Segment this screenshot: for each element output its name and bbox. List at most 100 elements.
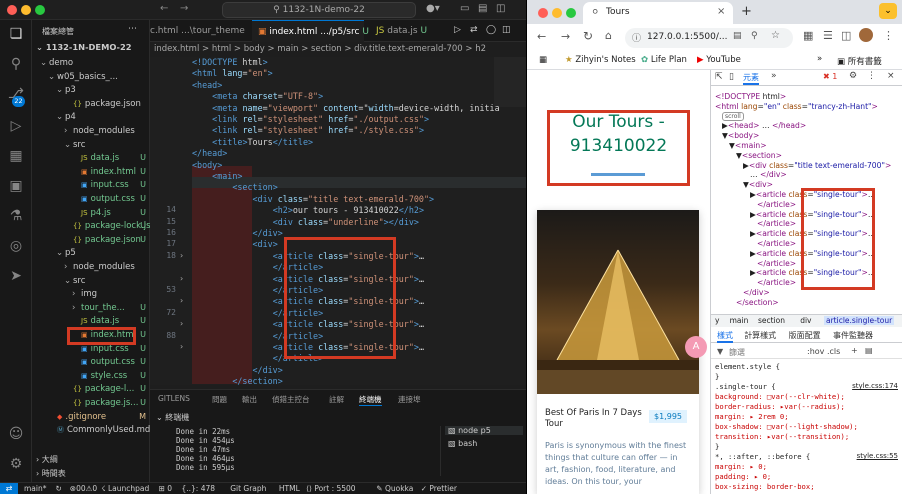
dom-breadcrumb-item[interactable]: main (730, 316, 749, 325)
back-arrow-icon[interactable]: ← (160, 3, 168, 14)
error-counter[interactable]: ✖ 1 (823, 72, 837, 81)
css-source-link[interactable]: style.css:55 (857, 452, 898, 460)
status-item[interactable]: HTML (279, 483, 300, 494)
status-item[interactable]: ⊗00⚠0 (70, 483, 97, 494)
profile-sync-icon[interactable]: ☰ (823, 29, 833, 42)
styles-tab-1[interactable]: 計算樣式 (744, 330, 776, 341)
panel-tab-1[interactable]: 問題 (212, 394, 227, 405)
tree-item[interactable]: Ⓜ CommonlyUsed.md (32, 423, 150, 437)
forward-arrow-icon[interactable]: → (180, 3, 188, 14)
settings-gear-icon[interactable]: ⚙ (849, 71, 857, 81)
bookmark-lifeplan[interactable]: ✿ Life Plan (641, 55, 687, 65)
dom-breadcrumb-item[interactable]: section (758, 316, 785, 325)
dom-breadcrumb-item[interactable]: div (800, 316, 811, 325)
terminal-session-node[interactable]: ▧ node p5 (445, 426, 523, 435)
dom-node[interactable]: </section> (736, 298, 779, 307)
more-actions-icon[interactable]: ⋯ (128, 24, 137, 34)
tree-item[interactable]: › tour_the... U (32, 301, 150, 315)
filter-tools[interactable]: :hov .cls (807, 347, 840, 356)
fold-chevron-icon[interactable]: › (180, 274, 183, 283)
dom-node[interactable]: </article> (757, 200, 796, 209)
dom-node[interactable]: ▼<body> (722, 131, 759, 140)
sidebar-right-icon[interactable]: ◫ (496, 3, 505, 14)
translate-icon[interactable]: ▤ (733, 31, 742, 41)
tree-item[interactable]: ▣ output.css U (32, 192, 150, 206)
new-tab-icon[interactable]: + (741, 4, 752, 19)
dom-node[interactable]: ▼<div> (743, 180, 773, 189)
panel-tab-5[interactable]: 終端機 (359, 394, 382, 406)
dom-node[interactable]: </article> (757, 278, 796, 287)
tab-elements[interactable]: 元素 (743, 72, 759, 85)
address-bar[interactable]: ⓘ 127.0.0.1:5500/... ▤ ⚲ ☆ (625, 28, 793, 48)
styles-filter-input[interactable]: 篩選 (729, 347, 745, 358)
tree-item[interactable]: {} package-l... U (32, 382, 150, 396)
minimize-window-button[interactable] (21, 5, 31, 15)
tree-item[interactable]: ⌄ demo (32, 56, 150, 70)
dom-node[interactable]: ▶<div class="title text-emerald-700"> (743, 161, 891, 170)
tree-item[interactable]: › img (32, 287, 150, 301)
tree-item[interactable]: ⌄ p5 (32, 246, 150, 260)
timeline-section[interactable]: › 時間表 (36, 468, 66, 479)
dom-breadcrumb-item[interactable]: y (715, 316, 719, 325)
bookmark-zihyin[interactable]: ★ Zihyin's Notes (565, 55, 636, 65)
account-icon[interactable]: ☺ (6, 424, 26, 444)
close-devtools-icon[interactable]: × (887, 71, 895, 81)
tree-item[interactable]: {} package-lock.js... U (32, 219, 159, 233)
browser-tab[interactable]: ⚪ Tours × (583, 2, 733, 24)
panel-tab-2[interactable]: 輸出 (242, 394, 257, 405)
tree-item[interactable]: JS p4.js U (32, 206, 150, 220)
dom-node[interactable]: <!DOCTYPE html> (715, 92, 786, 101)
extensions-icon[interactable]: ▦ (803, 29, 813, 42)
breadcrumb[interactable]: index.html > html > body > main > sectio… (150, 42, 526, 57)
tab-data-js[interactable]: JS data.js U (372, 20, 440, 42)
tree-item[interactable]: ⌄ w05_basics_... (32, 70, 150, 84)
device-toolbar-icon[interactable]: ▯ (729, 72, 734, 82)
terminal-session-bash[interactable]: ▧ bash (445, 439, 477, 448)
status-item[interactable]: ✓ Prettier (421, 483, 457, 494)
live-share-icon[interactable]: ➤ (6, 266, 26, 286)
tree-item[interactable]: ◆ .gitignore M (32, 410, 150, 424)
tree-item[interactable]: ▣ output.css U (32, 355, 150, 369)
fold-chevron-icon[interactable]: › (180, 251, 183, 260)
tree-item[interactable]: {} package.js... U (32, 396, 150, 410)
status-item[interactable]: {..}: 478 (182, 483, 216, 494)
menu-kebab-icon[interactable]: ⋮ (883, 29, 894, 42)
run-debug-icon[interactable]: ▷ (6, 116, 26, 136)
bookmark-star-icon[interactable]: ☆ (771, 30, 780, 41)
new-rule-icon[interactable]: + (851, 346, 858, 355)
tree-item[interactable]: ⌄ src (32, 274, 150, 288)
gitlens-icon[interactable]: ◎ (6, 236, 26, 256)
status-item[interactable]: main* (24, 483, 47, 494)
computed-toggle-icon[interactable]: ▤ (865, 346, 873, 355)
layout-icon[interactable]: ▭ (460, 3, 469, 14)
close-tab-icon[interactable]: × (717, 6, 725, 17)
manage-gear-icon[interactable]: ⚙ (6, 454, 26, 474)
sidepanel-icon[interactable]: ◫ (841, 29, 851, 42)
dom-breadcrumb-item[interactable]: article.single-tour (824, 316, 895, 325)
fold-chevron-icon[interactable]: › (180, 342, 183, 351)
panel-tab-6[interactable]: 連接埠 (398, 394, 421, 405)
explorer-icon[interactable]: ❏ (6, 24, 26, 44)
testing-icon[interactable]: ⚗ (6, 206, 26, 226)
tree-item[interactable]: {} package.json (32, 97, 150, 111)
tree-item[interactable]: ▣ style.css U (32, 369, 150, 383)
status-item[interactable]: Git Graph (230, 483, 266, 494)
tree-item[interactable]: ⌄ p3 (32, 83, 150, 97)
dom-node[interactable]: … </div> (750, 170, 787, 179)
back-icon[interactable]: ← (537, 30, 546, 43)
compare-icon[interactable]: ⇄ (470, 25, 478, 35)
tree-item[interactable]: {} package.json U (32, 233, 150, 247)
close-window-button[interactable] (7, 5, 17, 15)
home-icon[interactable]: ⌂ (605, 29, 612, 42)
panel-tab-4[interactable]: 註解 (329, 394, 344, 405)
more-bookmarks-icon[interactable]: » (817, 54, 822, 64)
tree-item[interactable]: JS data.js U (32, 151, 150, 165)
copilot-icon[interactable]: ●▾ (426, 3, 440, 14)
styles-tab-2[interactable]: 版面配置 (789, 330, 821, 341)
site-info-icon[interactable]: ⓘ (632, 31, 641, 44)
command-center[interactable]: ⚲ 1132-1N-demo-22 (222, 2, 416, 18)
status-item[interactable]: ☇ Launchpad (101, 483, 149, 494)
status-item[interactable]: ⊞ 0 (159, 483, 172, 494)
tree-item[interactable]: › node_modules (32, 260, 150, 274)
bookmark-youtube[interactable]: ▶ YouTube (697, 55, 741, 65)
